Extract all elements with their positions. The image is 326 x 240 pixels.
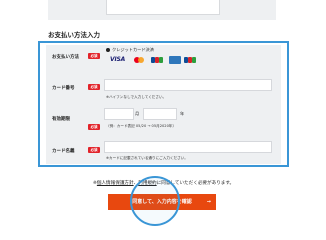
required-badge: 必須 [88, 124, 100, 130]
required-badge: 必須 [88, 53, 100, 59]
credit-card-radio[interactable] [106, 48, 110, 52]
visa-logo: VISA [110, 56, 126, 63]
expiry-label: 有効期限 [52, 117, 70, 122]
required-badge: 必須 [88, 147, 100, 153]
mastercard-logo [132, 56, 146, 64]
section-title: お支払い方法入力 [48, 31, 100, 39]
year-unit: 年 [180, 111, 185, 116]
privacy-policy-link[interactable]: 個人情報保護方針 [97, 181, 134, 186]
expiry-note: （例：カード表記 05/20 → 05月2020年） [106, 124, 177, 128]
jcb-logo [150, 56, 164, 64]
card-number-input[interactable] [104, 79, 272, 91]
card-number-label: カード番号 [52, 86, 75, 91]
card-holder-note: ※カードに記載されている通りにご入力ください。 [106, 156, 188, 160]
previous-section-card [48, 0, 276, 20]
jcb-logo [184, 56, 196, 64]
payment-method-label: お支払い方法 [52, 55, 79, 60]
previous-section-field [106, 0, 220, 15]
card-number-note: ※ハイフンなしで入力してください。 [106, 95, 167, 99]
card-holder-label: カード名義 [52, 149, 75, 154]
expiry-year-input[interactable] [143, 108, 177, 120]
credit-card-option-label[interactable]: クレジットカード決済 [112, 47, 154, 53]
tap-indicator [130, 176, 180, 226]
card-holder-input[interactable] [104, 141, 272, 153]
arrow-right-icon: → [206, 199, 211, 205]
required-badge: 必須 [88, 84, 100, 90]
expiry-month-input[interactable] [104, 108, 134, 120]
month-unit: 月 [135, 111, 140, 116]
amex-logo [169, 56, 181, 64]
